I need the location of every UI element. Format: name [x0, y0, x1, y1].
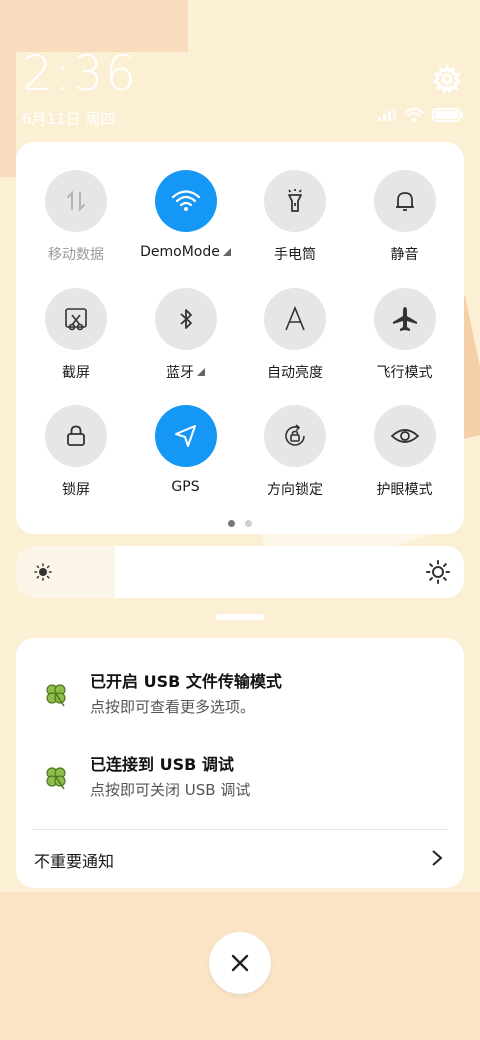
clock: 2:36	[22, 46, 138, 102]
lock-icon[interactable]	[45, 405, 107, 467]
tile-label: 手电筒	[274, 244, 316, 264]
quick-settings-panel: 移动数据 DemoMode 手电筒 静音截屏 蓝牙 自动亮度 飞行模式锁屏 GPS 方向锁定 护眼…	[16, 142, 464, 534]
tile-label-text: GPS	[171, 479, 200, 495]
tile-label: 自动亮度	[267, 362, 323, 382]
rotation-lock-icon[interactable]	[264, 405, 326, 467]
screenshot-icon[interactable]	[45, 288, 107, 350]
tile-label-text: 锁屏	[62, 482, 90, 498]
tile-bluetooth[interactable]: 蓝牙	[130, 288, 242, 398]
notification-title: 已连接到 USB 调试	[90, 755, 234, 774]
notification-item[interactable]: 已开启 USB 文件传输模式 点按即可查看更多选项。	[16, 662, 464, 726]
bluetooth-icon[interactable]	[154, 288, 217, 350]
tile-label: 移动数据	[48, 244, 104, 264]
clear-all-button[interactable]	[209, 932, 271, 994]
mobile-data-icon[interactable]	[45, 170, 107, 232]
tile-label: 护眼模式	[377, 479, 433, 499]
tile-label: 截屏	[62, 362, 90, 382]
tile-airplane[interactable]: 飞行模式	[349, 288, 461, 398]
tile-auto-brightness[interactable]: 自动亮度	[239, 288, 351, 398]
tile-label-text: 静音	[390, 247, 419, 263]
flashlight-icon[interactable]	[264, 170, 326, 232]
chevron-right-icon[interactable]	[430, 848, 444, 868]
wallpaper-block	[0, 52, 16, 177]
divider	[32, 829, 448, 830]
caret-icon	[222, 248, 231, 256]
tile-eye[interactable]: 护眼模式	[349, 405, 461, 515]
tile-location-arrow[interactable]: GPS	[130, 405, 242, 515]
tile-label: 蓝牙	[166, 362, 205, 382]
wifi-icon	[404, 108, 424, 122]
tile-label: 方向锁定	[267, 479, 323, 499]
tile-label-text: DemoMode	[140, 244, 220, 260]
page-dot[interactable]	[245, 520, 252, 527]
tile-rotation-lock[interactable]: 方向锁定	[239, 405, 351, 515]
status-icons	[378, 108, 464, 122]
signal-icon	[378, 109, 396, 121]
tile-label-text: 截屏	[62, 365, 90, 381]
brightness-low-icon	[34, 563, 52, 581]
eye-icon[interactable]	[373, 405, 436, 467]
battery-icon	[432, 108, 463, 122]
page-dot[interactable]	[228, 520, 235, 527]
tile-label: 锁屏	[62, 479, 90, 499]
tile-label: GPS	[171, 479, 199, 495]
page-indicator	[16, 520, 464, 527]
clover-icon	[46, 767, 66, 790]
tile-bell[interactable]: 静音	[349, 170, 461, 280]
clover-icon	[46, 684, 66, 707]
tile-label: 静音	[391, 244, 419, 264]
wifi-icon[interactable]	[154, 170, 217, 232]
bell-icon[interactable]	[373, 170, 436, 232]
tile-lock[interactable]: 锁屏	[20, 405, 132, 515]
auto-brightness-icon[interactable]	[264, 288, 326, 350]
tile-label-text: 移动数据	[48, 247, 104, 263]
tile-label-text: 方向锁定	[267, 482, 323, 498]
tile-flashlight[interactable]: 手电筒	[239, 170, 351, 280]
tile-wifi[interactable]: DemoMode	[130, 170, 242, 280]
tile-label-text: 蓝牙	[166, 365, 194, 381]
unimportant-notifications-link[interactable]: 不重要通知	[34, 848, 114, 872]
notification-text: 点按即可查看更多选项。	[90, 698, 256, 716]
tile-screenshot[interactable]: 截屏	[20, 288, 132, 398]
airplane-icon[interactable]	[373, 288, 436, 350]
date: 6月11日 周四	[22, 110, 116, 128]
brightness-slider[interactable]	[16, 546, 464, 598]
tile-label: DemoMode	[140, 244, 231, 260]
tile-label-text: 护眼模式	[376, 482, 433, 498]
tile-label-text: 自动亮度	[267, 365, 323, 381]
tile-label: 飞行模式	[377, 362, 433, 382]
gear-icon[interactable]	[432, 63, 462, 94]
notification-item[interactable]: 已连接到 USB 调试 点按即可关闭 USB 调试	[16, 745, 464, 809]
tile-label-text: 飞行模式	[376, 365, 433, 381]
notification-card: 已开启 USB 文件传输模式 点按即可查看更多选项。 已连接到 USB 调试 点…	[16, 638, 464, 888]
close-icon	[231, 954, 249, 972]
notification-text: 点按即可关闭 USB 调试	[90, 781, 251, 799]
notification-title: 已开启 USB 文件传输模式	[90, 672, 282, 691]
brightness-high-icon	[426, 560, 450, 584]
drag-handle[interactable]	[216, 614, 264, 620]
brightness-fill	[16, 546, 115, 598]
caret-icon	[197, 368, 205, 376]
tile-mobile-data[interactable]: 移动数据	[20, 170, 132, 280]
location-arrow-icon[interactable]	[154, 405, 217, 467]
tile-label-text: 手电筒	[274, 247, 316, 263]
wallpaper-block	[0, 0, 188, 52]
